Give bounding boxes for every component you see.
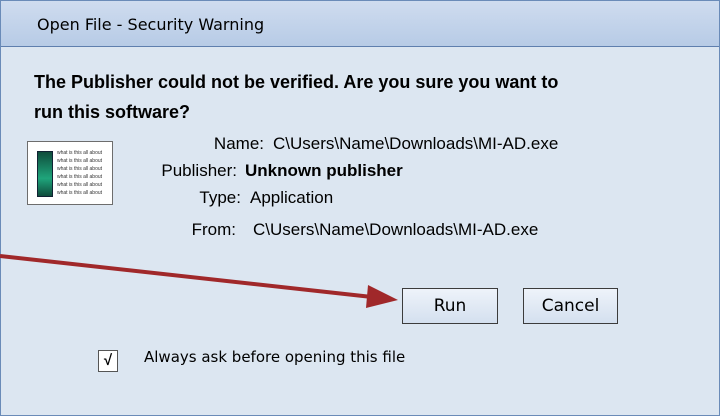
file-icon-text: what is this all about what is this all … — [57, 150, 103, 196]
dialog-title: Open File - Security Warning — [37, 15, 265, 34]
cancel-button[interactable]: Cancel — [523, 288, 618, 324]
name-value: C\Users\Name\Downloads\MI-AD.exe — [273, 134, 559, 153]
type-label: Type: — [199, 188, 241, 207]
name-label: Name: — [213, 134, 264, 153]
from-value: C\Users\Name\Downloads\MI-AD.exe — [253, 220, 539, 239]
publisher-value: Unknown publisher — [245, 161, 403, 180]
warning-heading: The Publisher could not be verified. Are… — [34, 67, 634, 127]
from-label: From: — [191, 220, 236, 239]
type-value: Application — [250, 188, 334, 207]
warning-heading-line2: run this software? — [34, 102, 191, 122]
file-icon-graphic — [37, 151, 53, 197]
run-button[interactable]: Run — [402, 288, 498, 324]
warning-heading-line1: The Publisher could not be verified. Are… — [34, 72, 559, 92]
always-ask-checkbox[interactable]: √ — [98, 350, 118, 372]
security-warning-dialog: Open File - Security Warning The Publish… — [0, 0, 720, 416]
always-ask-label: Always ask before opening this file — [144, 348, 406, 366]
title-bar: Open File - Security Warning — [1, 1, 719, 47]
publisher-label: Publisher: — [161, 161, 237, 180]
